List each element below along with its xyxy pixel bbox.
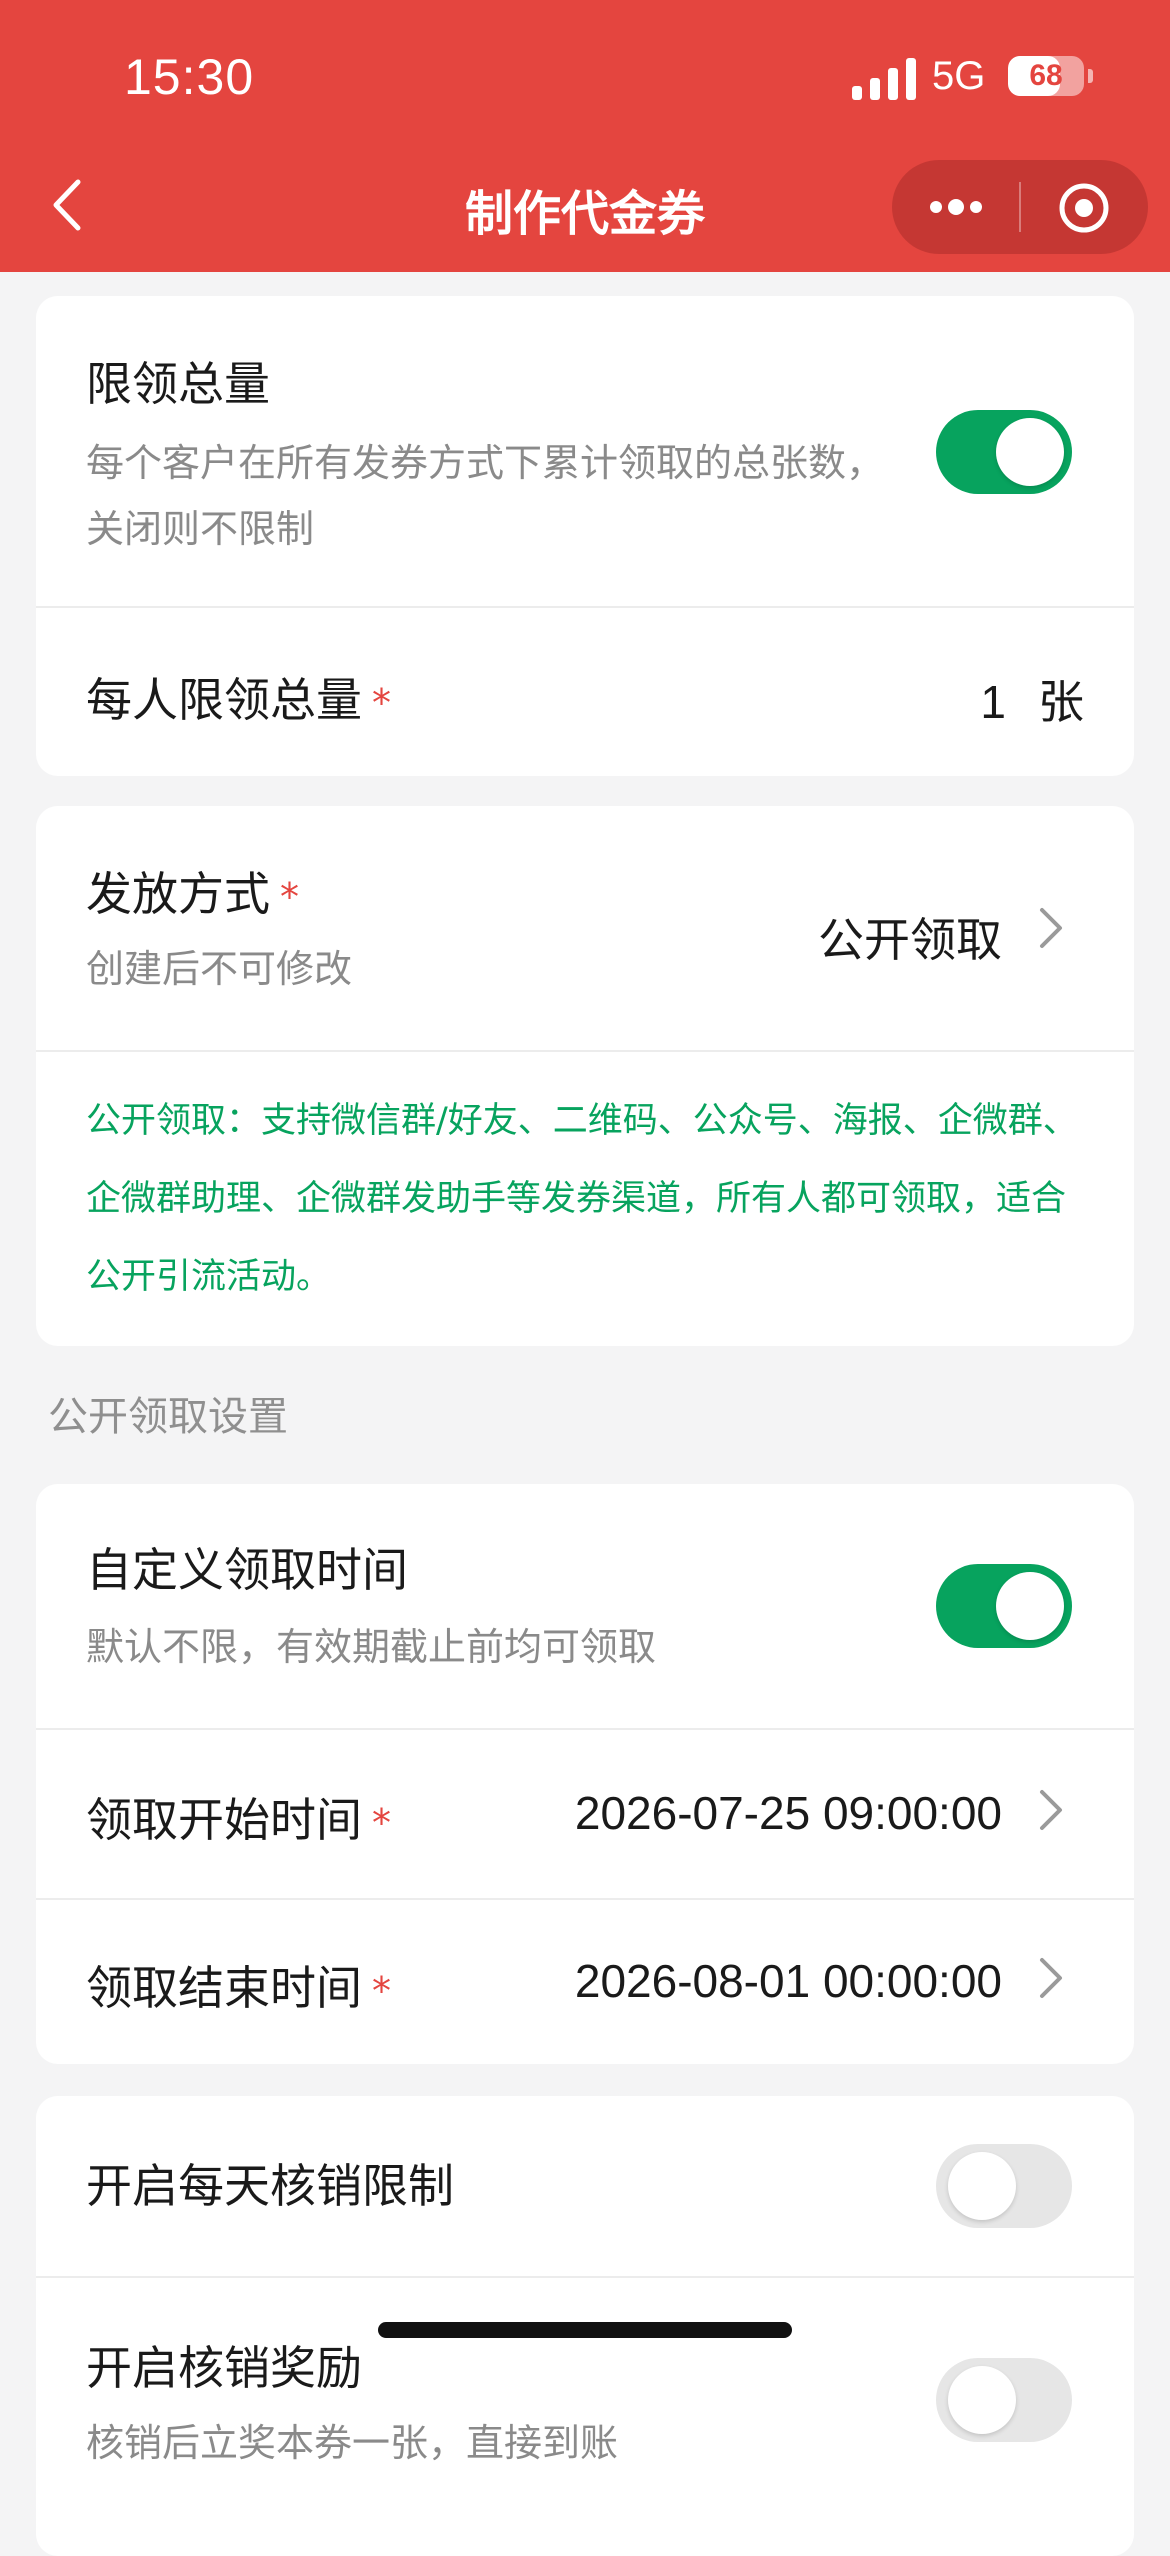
- section-title: 公开领取设置: [48, 1394, 288, 1440]
- required-mark: *: [372, 1801, 391, 1845]
- signal-icon: [852, 58, 916, 100]
- custom-time-label: 自定义领取时间: [86, 1543, 408, 1597]
- switch-knob: [948, 2366, 1016, 2434]
- issue-method-value[interactable]: 公开领取: [818, 904, 1002, 970]
- total-limit-row: 限领总量 每个客户在所有发券方式下累计领取的总张数，关闭则不限制: [36, 296, 1134, 608]
- chevron-right-icon: [1040, 1790, 1062, 1830]
- issue-method-label: 发放方式 *: [86, 867, 299, 921]
- claim-time-card: 自定义领取时间 默认不限，有效期截止前均可领取 领取开始时间 * 2026-07-…: [36, 1484, 1134, 2064]
- start-time-value[interactable]: 2026-07-25 09:00:00: [575, 1786, 1002, 1840]
- custom-time-row: 自定义领取时间 默认不限，有效期截止前均可领取: [36, 1484, 1134, 1730]
- battery-level: 68: [1029, 59, 1063, 92]
- start-time-label: 领取开始时间 *: [86, 1793, 391, 1847]
- end-time-row[interactable]: 领取结束时间 * 2026-08-01 00:00:00: [36, 1900, 1134, 2064]
- issue-method-info-row: 公开领取：支持微信群/好友、二维码、公众号、海报、企微群、企微群助理、企微群发助…: [36, 1052, 1134, 1346]
- more-dots-icon: [930, 199, 982, 215]
- redeem-reward-switch[interactable]: [936, 2358, 1072, 2442]
- total-limit-desc: 每个客户在所有发券方式下累计领取的总张数，关闭则不限制: [86, 441, 885, 551]
- required-mark: *: [372, 1969, 391, 2013]
- mini-program-capsule: [892, 160, 1148, 254]
- end-time-value[interactable]: 2026-08-01 00:00:00: [575, 1954, 1002, 2008]
- start-time-row[interactable]: 领取开始时间 * 2026-07-25 09:00:00: [36, 1730, 1134, 1900]
- top-bar: 15:30 5G 68 制作代金券: [0, 0, 1170, 272]
- switch-knob: [996, 1572, 1064, 1640]
- per-person-label: 每人限领总量 *: [86, 673, 391, 727]
- battery-tip: [1088, 69, 1093, 83]
- more-button[interactable]: [926, 182, 986, 232]
- switch-knob: [948, 2152, 1016, 2220]
- chevron-right-icon: [1040, 908, 1062, 948]
- limit-card: 限领总量 每个客户在所有发券方式下累计领取的总张数，关闭则不限制 每人限领总量 *…: [36, 296, 1134, 776]
- home-indicator: [378, 2322, 792, 2338]
- end-time-label: 领取结束时间 *: [86, 1961, 391, 2015]
- capsule-divider: [1019, 182, 1021, 232]
- redeem-reward-desc: 核销后立奖本券一张，直接到账: [86, 2421, 619, 2465]
- capsule-close-icon: [1059, 183, 1109, 233]
- chevron-right-icon: [1040, 1958, 1062, 1998]
- switch-knob: [996, 418, 1064, 486]
- total-limit-switch[interactable]: [936, 410, 1072, 494]
- required-mark: *: [280, 875, 299, 919]
- battery-icon: 68: [1008, 56, 1084, 96]
- issue-method-card: 发放方式 * 创建后不可修改 公开领取 公开领取：支持微信群/好友、二维码、公众号…: [36, 806, 1134, 1346]
- required-mark: *: [372, 681, 391, 725]
- issue-method-row[interactable]: 发放方式 * 创建后不可修改 公开领取: [36, 806, 1134, 1052]
- daily-limit-switch[interactable]: [936, 2144, 1072, 2228]
- capsule-close-button[interactable]: [1056, 180, 1112, 236]
- per-person-limit-row[interactable]: 每人限领总量 * 1张: [36, 608, 1134, 776]
- per-person-unit: 张: [1038, 675, 1084, 729]
- per-person-value[interactable]: 1张: [980, 666, 1084, 732]
- daily-limit-label: 开启每天核销限制: [86, 2159, 454, 2213]
- daily-limit-row: 开启每天核销限制: [36, 2096, 1134, 2278]
- redeem-reward-label: 开启核销奖励: [86, 2341, 362, 2395]
- issue-method-info: 公开领取：支持微信群/好友、二维码、公众号、海报、企微群、企微群助理、企微群发助…: [86, 1101, 1078, 1297]
- custom-time-desc: 默认不限，有效期截止前均可领取: [86, 1625, 657, 1669]
- issue-method-desc: 创建后不可修改: [86, 947, 353, 991]
- redeem-reward-row: 开启核销奖励 核销后立奖本券一张，直接到账: [36, 2278, 1134, 2556]
- total-limit-label: 限领总量: [86, 357, 270, 411]
- custom-time-switch[interactable]: [936, 1564, 1072, 1648]
- status-time: 15:30: [124, 49, 255, 105]
- network-label: 5G: [932, 54, 986, 98]
